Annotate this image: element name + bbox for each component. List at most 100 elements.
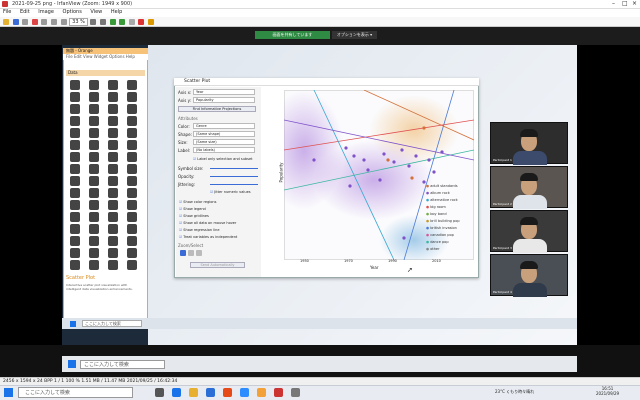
irfanview-icon[interactable]	[274, 388, 283, 397]
widget-icon[interactable]	[108, 80, 118, 90]
firefox-icon[interactable]	[223, 388, 232, 397]
widget-icon[interactable]	[108, 248, 118, 258]
info-icon[interactable]	[22, 19, 29, 25]
widget-icon[interactable]	[127, 260, 137, 270]
widget-icon[interactable]	[89, 188, 99, 198]
widget-icon[interactable]	[127, 224, 137, 234]
widget-icon[interactable]	[89, 260, 99, 270]
widget-icon[interactable]	[108, 116, 118, 126]
widget-icon[interactable]	[70, 236, 80, 246]
paste-icon[interactable]	[60, 19, 67, 25]
widget-icon[interactable]	[127, 92, 137, 102]
widget-icon[interactable]	[108, 152, 118, 162]
widget-icon[interactable]	[70, 224, 80, 234]
widget-icon[interactable]	[70, 128, 80, 138]
widget-icon[interactable]	[127, 80, 137, 90]
widget-icon[interactable]	[108, 128, 118, 138]
folder-icon[interactable]	[189, 388, 198, 397]
widget-icon[interactable]	[108, 260, 118, 270]
zoom-search-box[interactable]: ここに入力して検索	[80, 360, 165, 369]
show-color-regions-checkbox[interactable]: Show color regions	[179, 200, 216, 204]
find-projections-button[interactable]: Find Informative Projections	[178, 106, 256, 112]
send-automatically-button[interactable]: Send Automatically	[190, 262, 245, 268]
widget-icon[interactable]	[108, 176, 118, 186]
color-select[interactable]: Genre	[193, 123, 255, 129]
widget-icon[interactable]	[127, 128, 137, 138]
zoom-select[interactable]: 33 %	[69, 18, 88, 26]
app-icon[interactable]	[291, 388, 300, 397]
widget-icon[interactable]	[127, 236, 137, 246]
widget-icon[interactable]	[89, 200, 99, 210]
widget-icon[interactable]	[108, 212, 118, 222]
widget-icon[interactable]	[89, 164, 99, 174]
axis-y-select[interactable]: Popularity	[193, 97, 255, 103]
clock[interactable]: 16:51 2021/09/29	[596, 386, 619, 396]
participant-video[interactable]: Participant 1	[490, 122, 568, 165]
participant-video[interactable]: Participant 4	[490, 254, 568, 297]
widget-icon[interactable]	[127, 176, 137, 186]
widget-icon[interactable]	[127, 164, 137, 174]
jitter-numeric-checkbox[interactable]: Jitter numeric values	[210, 190, 250, 194]
menu-view[interactable]: View	[90, 9, 102, 15]
open-icon[interactable]	[3, 19, 9, 25]
participant-video[interactable]: Participant 2	[490, 166, 568, 209]
widget-icon[interactable]	[89, 212, 99, 222]
widget-icon[interactable]	[70, 176, 80, 186]
show-gridlines-checkbox[interactable]: Show gridlines	[179, 214, 209, 218]
widget-icon[interactable]	[108, 224, 118, 234]
participant-video[interactable]: Participant 3	[490, 210, 568, 253]
label-only-checkbox[interactable]: Label only selection and subset	[193, 157, 252, 161]
cut-icon[interactable]	[41, 19, 48, 25]
slideshow-icon[interactable]	[128, 19, 135, 25]
widget-icon[interactable]	[89, 152, 99, 162]
widget-icon[interactable]	[70, 80, 80, 90]
regression-line-checkbox[interactable]: Show regression line	[179, 228, 219, 232]
widget-icon[interactable]	[127, 116, 137, 126]
task-view-icon[interactable]	[155, 388, 164, 397]
widget-icon[interactable]	[70, 212, 80, 222]
widget-icon[interactable]	[89, 128, 99, 138]
widget-icon[interactable]	[70, 152, 80, 162]
show-all-data-checkbox[interactable]: Show all data on mouse hover	[179, 221, 236, 225]
data-section-header[interactable]: Data	[66, 70, 145, 76]
copy-icon[interactable]	[50, 19, 57, 25]
widget-icon[interactable]	[70, 104, 80, 114]
select-tool-icon[interactable]	[180, 250, 186, 256]
show-options-button[interactable]: オプションを表示 ▾	[332, 31, 377, 39]
widget-icon[interactable]	[108, 188, 118, 198]
widget-icon[interactable]	[127, 248, 137, 258]
widget-icon[interactable]	[108, 200, 118, 210]
widget-icon[interactable]	[89, 248, 99, 258]
widget-icon[interactable]	[70, 248, 80, 258]
orange-app-icon[interactable]	[257, 388, 266, 397]
widget-icon[interactable]	[70, 140, 80, 150]
widget-icon[interactable]	[108, 236, 118, 246]
prev-icon[interactable]	[109, 19, 116, 25]
symbol-size-slider[interactable]	[210, 168, 258, 169]
size-select[interactable]: (Same size)	[193, 139, 255, 145]
delete-icon[interactable]	[31, 19, 38, 25]
start-icon[interactable]	[68, 360, 76, 368]
widget-icon[interactable]	[89, 224, 99, 234]
widget-icon[interactable]	[70, 188, 80, 198]
menu-file[interactable]: File	[3, 9, 11, 15]
widget-icon[interactable]	[108, 104, 118, 114]
start-icon[interactable]	[70, 321, 76, 327]
pan-tool-icon[interactable]	[196, 250, 202, 256]
menu-edit[interactable]: Edit	[20, 9, 30, 15]
axis-x-select[interactable]: Year	[193, 89, 255, 95]
widget-icon[interactable]	[127, 140, 137, 150]
settings-icon[interactable]	[148, 19, 155, 25]
widget-icon[interactable]	[89, 176, 99, 186]
menu-image[interactable]: Image	[38, 9, 54, 15]
show-legend-checkbox[interactable]: Show legend	[179, 207, 206, 211]
edge-icon[interactable]	[172, 388, 181, 397]
next-icon[interactable]	[119, 19, 126, 25]
widget-icon[interactable]	[70, 116, 80, 126]
widget-icon[interactable]	[70, 164, 80, 174]
menu-help[interactable]: Help	[111, 9, 122, 15]
zoom-in-icon[interactable]	[90, 19, 97, 25]
menu-options[interactable]: Options	[63, 9, 82, 15]
widget-icon[interactable]	[89, 92, 99, 102]
opacity-slider[interactable]	[210, 176, 258, 177]
